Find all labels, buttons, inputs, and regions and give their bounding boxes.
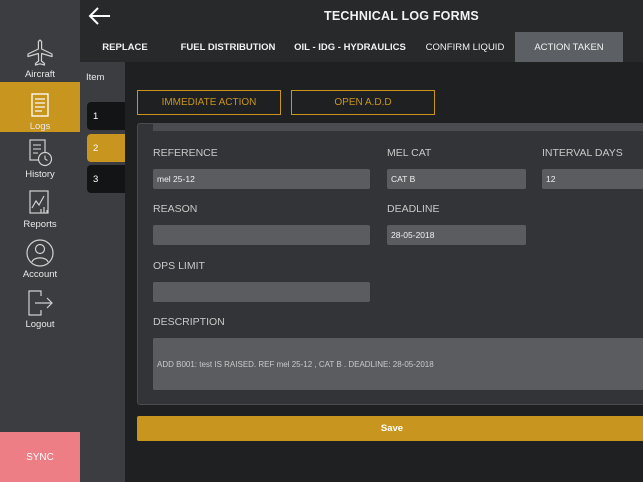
open-add-button[interactable]: OPEN A.D.D [291,90,435,115]
sidebar-item-reports[interactable]: Reports [0,188,80,238]
user-icon [26,239,54,267]
clipboard-icon [31,93,49,117]
item-button-3[interactable]: 3 [87,165,125,193]
sidebar-item-account[interactable]: Account [0,238,80,288]
description-label: DESCRIPTION [153,316,225,328]
reason-label: REASON [153,203,198,215]
save-button[interactable]: Save [137,416,643,441]
tab-replace[interactable]: REPLACE [90,32,160,62]
immediate-action-button[interactable]: IMMEDIATE ACTION [137,90,281,115]
sync-button[interactable]: SYNC [0,432,80,482]
divider [153,123,643,131]
tab-fuel-distribution[interactable]: FUEL DISTRIBUTION [173,32,283,62]
reports-icon [29,190,49,214]
item-list: Item 1 2 3 [80,62,125,482]
item-button-1[interactable]: 1 [87,102,125,130]
sidebar-item-label: History [25,169,55,180]
interval-days-label: INTERVAL DAYS [542,147,623,159]
tab-action-taken[interactable]: ACTION TAKEN [515,32,623,62]
sidebar-item-logs[interactable]: Logs [0,82,80,132]
sidebar-item-label: Aircraft [24,69,56,80]
tab-oil-idg-hydraulics[interactable]: OIL - IDG - HYDRAULICS [290,32,410,62]
tab-confirm-liquid[interactable]: CONFIRM LIQUID [420,32,510,62]
interval-days-input[interactable]: 12 [542,169,643,189]
logout-icon [28,290,53,316]
airplane-icon [27,39,53,66]
history-icon [29,139,53,167]
sidebar-item-label: Logout [25,319,55,330]
sidebar-item-label: Account [22,269,58,280]
sidebar-item-history[interactable]: History [0,138,80,188]
sidebar-item-label: Reports [23,219,57,230]
ops-limit-label: OPS LIMIT [153,260,205,272]
item-list-title: Item [86,72,105,83]
deadline-label: DEADLINE [387,203,440,215]
ops-limit-input[interactable] [153,282,370,302]
mel-cat-select[interactable]: CAT B [387,169,526,189]
tab-bar: REPLACE FUEL DISTRIBUTION OIL - IDG - HY… [80,32,643,62]
reason-input[interactable] [153,225,370,245]
mel-cat-label: MEL CAT [387,147,432,159]
description-textarea[interactable]: ADD B001: test IS RAISED. REF mel 25-12 … [153,338,643,390]
sidebar-item-label: Logs [29,121,51,132]
sidebar-item-logout[interactable]: Logout [0,288,80,338]
item-button-2[interactable]: 2 [87,134,125,162]
reference-input[interactable]: mel 25-12 [153,169,370,189]
sidebar-item-aircraft[interactable]: Aircraft [0,38,80,88]
reference-label: REFERENCE [153,147,218,159]
sidebar: Aircraft Logs History Reports Account Lo… [0,0,80,482]
deadline-input[interactable]: 28-05-2018 [387,225,526,245]
app-root: Aircraft Logs History Reports Account Lo… [0,0,643,482]
page-title: TECHNICAL LOG FORMS [324,9,479,23]
